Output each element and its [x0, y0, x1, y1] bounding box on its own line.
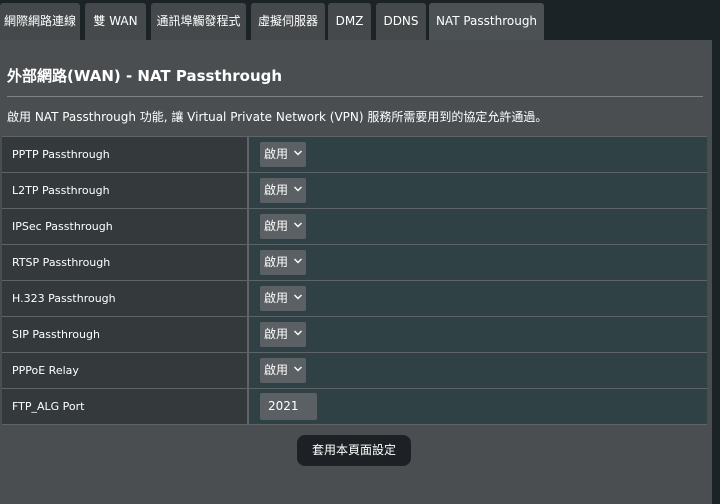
chevron-down-icon	[294, 366, 302, 372]
table-row: PPPoE Relay 啟用	[2, 353, 707, 389]
select-value: 啟用	[264, 291, 289, 305]
row-label: IPSec Passthrough	[2, 209, 248, 244]
row-value-cell: 啟用	[248, 245, 707, 280]
row-label: SIP Passthrough	[2, 317, 248, 352]
chevron-down-icon	[294, 330, 302, 336]
rtsp-passthrough-select[interactable]: 啟用	[260, 250, 306, 275]
row-value-cell: 啟用	[248, 317, 707, 352]
row-value-cell: 啟用	[248, 137, 707, 172]
settings-panel: 外部網路(WAN) - NAT Passthrough 啟用 NAT Passt…	[0, 40, 712, 504]
row-value-cell: 啟用	[248, 281, 707, 316]
chevron-down-icon	[294, 222, 302, 228]
select-value: 啟用	[264, 327, 289, 341]
table-row: H.323 Passthrough 啟用	[2, 281, 707, 317]
table-row: FTP_ALG Port 2021	[2, 389, 707, 425]
row-label: L2TP Passthrough	[2, 173, 248, 208]
tab-internet-connection[interactable]: 網際網路連線	[0, 3, 80, 40]
tab-nat-passthrough[interactable]: NAT Passthrough	[429, 3, 544, 40]
table-row: RTSP Passthrough 啟用	[2, 245, 707, 281]
row-label: RTSP Passthrough	[2, 245, 248, 280]
settings-table: PPTP Passthrough 啟用 L2TP Passthrough 啟用 …	[2, 136, 707, 425]
table-row: L2TP Passthrough 啟用	[2, 173, 707, 209]
row-label: PPTP Passthrough	[2, 137, 248, 172]
row-label: PPPoE Relay	[2, 353, 248, 388]
select-value: 啟用	[264, 183, 289, 197]
row-label: FTP_ALG Port	[2, 389, 248, 424]
sip-passthrough-select[interactable]: 啟用	[260, 322, 306, 347]
pppoe-relay-select[interactable]: 啟用	[260, 358, 306, 383]
table-row: PPTP Passthrough 啟用	[2, 137, 707, 173]
chevron-down-icon	[294, 186, 302, 192]
title-divider	[7, 96, 703, 97]
tab-dmz[interactable]: DMZ	[328, 3, 371, 40]
select-value: 啟用	[264, 219, 289, 233]
select-value: 啟用	[264, 255, 289, 269]
page-description: 啟用 NAT Passthrough 功能, 讓 Virtual Private…	[7, 110, 548, 124]
tab-virtual-server[interactable]: 虛擬伺服器	[251, 3, 325, 40]
row-value-cell: 啟用	[248, 209, 707, 244]
row-value-cell: 啟用	[248, 173, 707, 208]
row-label: H.323 Passthrough	[2, 281, 248, 316]
ftp-alg-port-input[interactable]: 2021	[260, 393, 317, 420]
tab-dual-wan[interactable]: 雙 WAN	[85, 3, 146, 40]
table-row: IPSec Passthrough 啟用	[2, 209, 707, 245]
chevron-down-icon	[294, 258, 302, 264]
chevron-down-icon	[294, 294, 302, 300]
ipsec-passthrough-select[interactable]: 啟用	[260, 214, 306, 239]
tab-ddns[interactable]: DDNS	[376, 3, 426, 40]
row-value-cell: 啟用	[248, 353, 707, 388]
table-row: SIP Passthrough 啟用	[2, 317, 707, 353]
page-title: 外部網路(WAN) - NAT Passthrough	[7, 67, 283, 85]
tab-bar: 網際網路連線 雙 WAN 通訊埠觸發程式 虛擬伺服器 DMZ DDNS NAT …	[0, 0, 720, 40]
l2tp-passthrough-select[interactable]: 啟用	[260, 178, 306, 203]
pptp-passthrough-select[interactable]: 啟用	[260, 142, 306, 167]
select-value: 啟用	[264, 147, 289, 161]
select-value: 啟用	[264, 363, 289, 377]
row-value-cell: 2021	[248, 389, 707, 424]
tab-port-trigger[interactable]: 通訊埠觸發程式	[151, 3, 246, 40]
apply-button[interactable]: 套用本頁面設定	[297, 435, 411, 466]
h323-passthrough-select[interactable]: 啟用	[260, 286, 306, 311]
chevron-down-icon	[294, 150, 302, 156]
